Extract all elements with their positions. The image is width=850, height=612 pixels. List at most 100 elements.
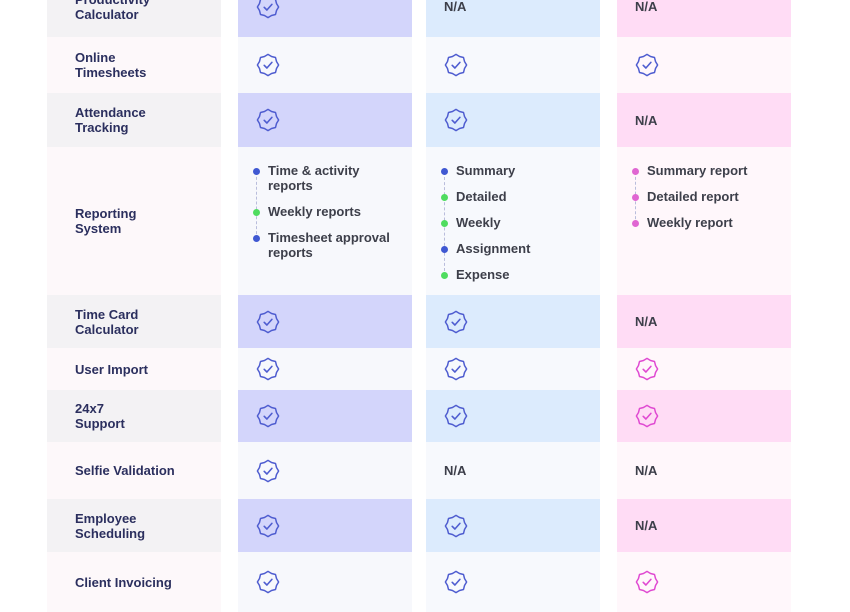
plan-3-cell: N/A [617, 442, 791, 499]
list-item-text: Weekly report [647, 215, 733, 230]
feature-name: Attendance Tracking [47, 93, 221, 147]
check-badge-icon [444, 404, 468, 428]
bullet-dot [441, 220, 448, 227]
bullet-dot [441, 272, 448, 279]
plan-2-cell [426, 390, 600, 442]
check-badge-icon [256, 310, 280, 333]
feature-label: Client Invoicing [75, 574, 172, 590]
plan-3-cell: N/A [617, 295, 791, 348]
list-item-text: Weekly [456, 215, 501, 230]
check-badge-icon [444, 108, 468, 132]
feature-name: 24x7 Support [47, 390, 221, 442]
list-item-text: Time & activity reports [268, 163, 360, 193]
list-item: Detailed [441, 189, 600, 204]
feature-label: Online Timesheets [75, 50, 147, 80]
list-item: Assignment [441, 241, 600, 256]
report-list: Time & activity reports Weekly reports Tim… [238, 163, 412, 260]
feature-name: User Import [47, 348, 221, 390]
plan-1-cell [238, 442, 412, 499]
plan-2-cell [426, 552, 600, 612]
plan-2-cell [426, 295, 600, 348]
list-item-text: Assignment [456, 241, 531, 256]
list-item: Time & activity reports [253, 163, 412, 193]
plan-3-cell [617, 37, 791, 93]
feature-label: User Import [75, 361, 148, 377]
check-badge-icon [256, 514, 280, 537]
list-item: Timesheet approval reports [253, 230, 412, 260]
feature-name: Employee Scheduling [47, 499, 221, 552]
check-badge-icon [256, 0, 280, 18]
bullet-dot [441, 194, 448, 201]
table-row: Reporting System Time & activity reports W… [0, 147, 850, 295]
feature-label: Reporting System [75, 206, 137, 236]
not-available-label: N/A [635, 463, 658, 478]
plan-2-cell [426, 93, 600, 147]
check-badge-icon [635, 357, 659, 381]
check-badge-icon [444, 570, 468, 594]
report-list: Summary Detailed Weekly Assignment Expense [426, 163, 600, 282]
list-item-text: Detailed [456, 189, 507, 204]
plan-2-cell: Summary Detailed Weekly Assignment Expense [426, 147, 600, 295]
bullet-dot [632, 194, 639, 201]
list-item: Summary [441, 163, 600, 178]
plan-1-cell [238, 499, 412, 552]
plan-3-cell: N/A [617, 499, 791, 552]
bullet-dot [253, 209, 260, 216]
list-item-text: Timesheet approval reports [268, 230, 390, 260]
feature-name: Selfie Validation [47, 442, 221, 499]
plan-1-cell [238, 390, 412, 442]
plan-3-cell [617, 348, 791, 390]
feature-name: Reporting System [47, 147, 221, 295]
feature-name: Online Timesheets [47, 37, 221, 93]
plan-1-cell [238, 93, 412, 147]
check-badge-icon [256, 108, 280, 132]
table-row: Client Invoicing [0, 552, 850, 612]
plan-3-cell: N/A [617, 0, 791, 37]
table-row: User Import [0, 348, 850, 390]
bullet-dot [253, 168, 260, 175]
list-item-text: Summary [456, 163, 516, 178]
not-available-label: N/A [635, 518, 658, 533]
plan-3-cell [617, 552, 791, 612]
feature-name: Productivity Calculator [47, 0, 221, 37]
plan-3-cell [617, 390, 791, 442]
table-row: Time Card Calculator N/A [0, 295, 850, 348]
not-available-label: N/A [444, 0, 467, 14]
table-row: 24x7 Support [0, 390, 850, 442]
check-badge-icon [256, 357, 280, 381]
list-item: Weekly report [632, 215, 791, 230]
feature-label: Attendance Tracking [75, 105, 146, 135]
check-badge-icon [444, 53, 468, 77]
plan-2-cell [426, 499, 600, 552]
check-badge-icon [256, 570, 280, 594]
table-row: Productivity Calculator N/A N/A [0, 0, 850, 37]
plan-3-cell: N/A [617, 93, 791, 147]
table-row: Attendance Tracking N/A [0, 93, 850, 147]
report-list: Summary report Detailed report Weekly repo… [617, 163, 791, 230]
list-item: Summary report [632, 163, 791, 178]
plan-1-cell [238, 0, 412, 37]
list-item-text: Detailed report [647, 189, 739, 204]
not-available-label: N/A [444, 463, 467, 478]
bullet-dot [253, 235, 260, 242]
plan-2-cell: N/A [426, 442, 600, 499]
feature-label: Productivity Calculator [75, 0, 150, 22]
feature-label: Employee Scheduling [75, 510, 146, 541]
check-badge-icon [444, 310, 468, 333]
list-item: Expense [441, 267, 600, 282]
list-item: Detailed report [632, 189, 791, 204]
check-badge-icon [635, 570, 659, 594]
check-badge-icon [635, 404, 659, 428]
list-item: Weekly reports [253, 204, 412, 219]
feature-comparison-table: Productivity Calculator N/A N/A Online Time… [0, 0, 850, 612]
feature-label: Time Card Calculator [75, 306, 139, 337]
plan-2-cell: N/A [426, 0, 600, 37]
plan-3-cell: Summary report Detailed report Weekly repo… [617, 147, 791, 295]
list-item: Weekly [441, 215, 600, 230]
list-item-text: Weekly reports [268, 204, 361, 219]
plan-1-cell [238, 295, 412, 348]
bullet-dot [441, 168, 448, 175]
bullet-dot [441, 246, 448, 253]
feature-label: 24x7 Support [75, 401, 125, 431]
plan-1-cell [238, 348, 412, 390]
